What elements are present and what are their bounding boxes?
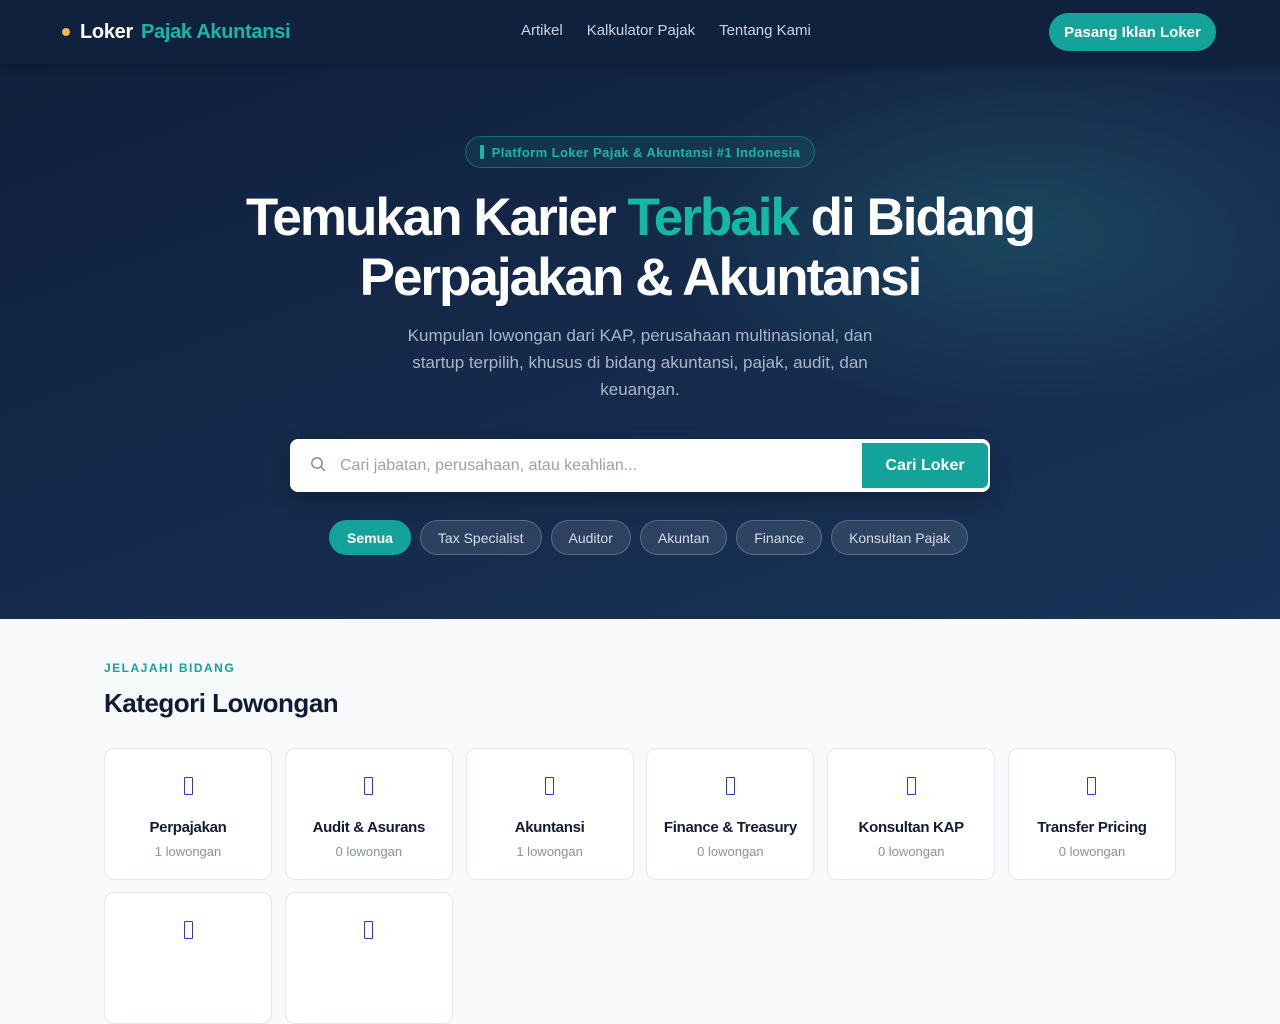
category-grid: Perpajakan 1 lowongan Audit & Asurans 0 …: [104, 748, 1176, 1024]
category-count: 1 lowongan: [516, 844, 583, 859]
brand-name-part1: Loker: [80, 20, 133, 43]
nav-link-artikel[interactable]: Artikel: [521, 22, 563, 39]
category-icon: [1087, 777, 1097, 795]
top-navbar: Loker Pajak Akuntansi Artikel Kalkulator…: [0, 0, 1280, 64]
category-count: 0 lowongan: [335, 844, 403, 859]
category-card-audit-asurans[interactable]: Audit & Asurans 0 lowongan: [284, 748, 453, 880]
search-button[interactable]: Cari Loker: [862, 443, 988, 488]
nav-links: Artikel Kalkulator Pajak Tentang Kami: [521, 22, 811, 39]
badge-bar-icon: [479, 145, 484, 159]
badge-text: Platform Loker Pajak & Akuntansi #1 Indo…: [491, 144, 801, 160]
category-count: 0 lowongan: [1058, 844, 1126, 859]
hero-title-line2: Perpajakan & Akuntansi: [359, 248, 923, 307]
chip-tax-specialist[interactable]: Tax Specialist: [419, 520, 542, 555]
post-job-button[interactable]: Pasang Iklan Loker: [1049, 13, 1216, 51]
section-title: Kategori Lowongan: [104, 688, 339, 718]
brand-name-part2: Pajak Akuntansi: [140, 20, 291, 43]
category-name: Perpajakan: [149, 819, 227, 836]
category-count: 1 lowongan: [154, 844, 222, 859]
category-count: 0 lowongan: [697, 844, 764, 859]
category-icon: [545, 777, 555, 795]
category-card-perpajakan[interactable]: Perpajakan 1 lowongan: [104, 748, 272, 880]
category-icon: [183, 777, 193, 795]
hero-title: Temukan Karier Terbaik di Bidang Perpaja…: [140, 188, 1140, 308]
category-count: 0 lowongan: [877, 844, 945, 859]
search-input[interactable]: [340, 439, 860, 492]
brand-dot-icon: [62, 28, 70, 36]
category-name: Audit & Asurans: [312, 819, 426, 836]
category-card-finance-treasury[interactable]: Finance & Treasury 0 lowongan: [646, 748, 815, 880]
chip-akuntan[interactable]: Akuntan: [639, 520, 728, 555]
category-name: Finance & Treasury: [663, 819, 797, 836]
search-icon: [311, 457, 326, 472]
category-name: Transfer Pricing: [1037, 819, 1147, 836]
hero-title-accent: Terbaik: [627, 188, 800, 247]
category-card-7[interactable]: [104, 892, 272, 1024]
nav-link-kalkulator-pajak[interactable]: Kalkulator Pajak: [587, 22, 695, 39]
category-name: Akuntansi: [514, 819, 585, 836]
category-icon: [364, 921, 374, 939]
nav-link-tentang-kami[interactable]: Tentang Kami: [719, 22, 811, 39]
hero-subtitle: Kumpulan lowongan dari KAP, perusahaan m…: [407, 326, 873, 399]
chip-konsultan-pajak[interactable]: Konsultan Pajak: [831, 520, 969, 555]
filter-chips: Semua Tax Specialist Auditor Akuntan Fin…: [329, 520, 969, 555]
category-name: Konsultan KAP: [858, 819, 965, 836]
chip-finance[interactable]: Finance: [736, 520, 823, 555]
chip-auditor[interactable]: Auditor: [550, 520, 631, 555]
section-eyebrow: JELAJAHI BIDANG: [104, 661, 236, 675]
category-icon: [183, 921, 193, 939]
chip-semua[interactable]: Semua: [329, 520, 411, 555]
category-icon: [906, 777, 916, 795]
hero-title-part2: di Bidang: [797, 188, 1036, 247]
brand-logo[interactable]: Loker Pajak Akuntansi: [62, 20, 291, 44]
hero-badge: Platform Loker Pajak & Akuntansi #1 Indo…: [465, 136, 815, 168]
search-bar: Cari Loker: [290, 439, 990, 492]
category-card-akuntansi[interactable]: Akuntansi 1 lowongan: [465, 748, 634, 880]
category-card-8[interactable]: [284, 892, 453, 1024]
category-card-transfer-pricing[interactable]: Transfer Pricing 0 lowongan: [1007, 748, 1176, 880]
category-card-konsultan-kap[interactable]: Konsultan KAP 0 lowongan: [827, 748, 996, 880]
hero-section: Platform Loker Pajak & Akuntansi #1 Indo…: [0, 0, 1280, 619]
category-icon: [725, 777, 735, 795]
category-icon: [364, 777, 374, 795]
hero-title-part1: Temukan Karier: [245, 188, 628, 247]
